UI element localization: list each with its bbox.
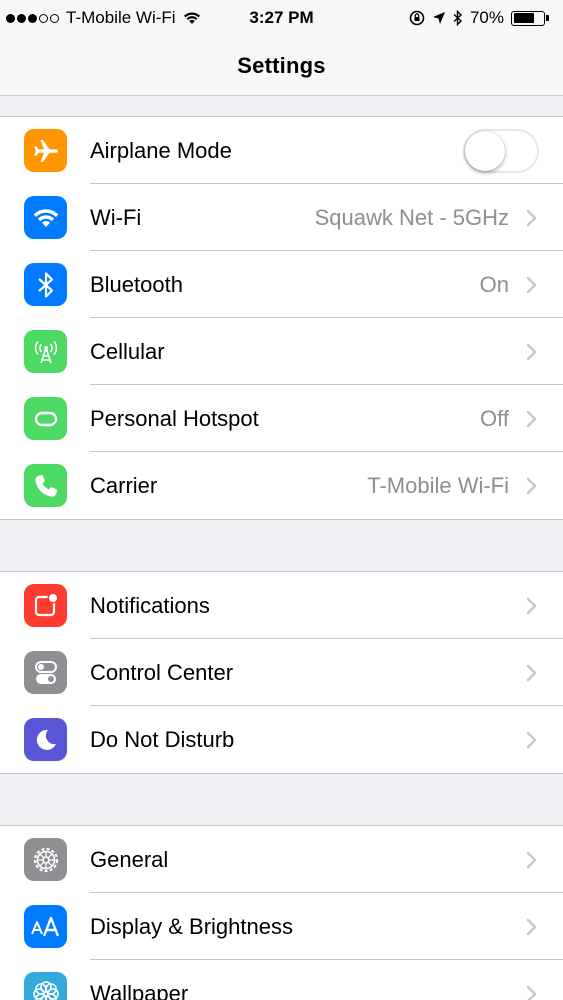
cellular-icon [24,330,67,373]
carrier-name: T-Mobile Wi-Fi [66,8,176,27]
settings-row-notifications[interactable]: Notifications [0,572,563,639]
airplane-mode-label: Airplane Mode [90,137,232,163]
chevron-right-icon [526,276,537,294]
wifi-status-icon [183,12,200,24]
battery-icon [511,10,549,26]
wifi-value: Squawk Net - 5GHz [314,204,509,230]
location-arrow-icon [432,12,445,24]
airplane-mode-toggle[interactable] [463,129,539,173]
settings-row-do-not-disturb[interactable]: Do Not Disturb [0,706,563,773]
chevron-right-icon [526,343,537,361]
bluetooth-value: On [479,271,509,297]
wallpaper-label: Wallpaper [90,980,189,1000]
bluetooth-status-icon [453,10,462,26]
navigation-bar: Settings [0,36,563,96]
do-not-disturb-label: Do Not Disturb [90,726,235,752]
settings-row-personal-hotspot[interactable]: Personal Hotspot Off [0,385,563,452]
connectivity-group: Airplane Mode Wi-Fi Squawk Net - 5GHz Bl… [0,116,563,520]
phone-icon [24,464,67,507]
signal-strength-icon [6,13,59,23]
carrier-value: T-Mobile Wi-Fi [367,472,509,498]
general-label: General [90,846,169,872]
settings-row-cellular[interactable]: Cellular [0,318,563,385]
chevron-right-icon [526,731,537,749]
general-group: General Display & Brightness Wallpaper [0,825,563,1000]
personal-hotspot-label: Personal Hotspot [90,405,259,431]
bluetooth-icon [24,263,67,306]
chevron-right-icon [526,597,537,615]
settings-row-carrier[interactable]: Carrier T-Mobile Wi-Fi [0,452,563,519]
chevron-right-icon [526,410,537,428]
settings-row-general[interactable]: General [0,826,563,893]
settings-row-control-center[interactable]: Control Center [0,639,563,706]
wallpaper-icon [24,972,67,1000]
cellular-label: Cellular [90,338,165,364]
chevron-right-icon [526,477,537,495]
moon-icon [24,718,67,761]
hotspot-icon [24,397,67,440]
gear-icon [24,838,67,881]
wifi-icon [24,196,67,239]
control-center-icon [24,651,67,694]
personal-hotspot-value: Off [480,405,509,431]
text-size-icon [24,905,67,948]
battery-percent: 70% [469,8,504,27]
rotation-lock-icon [409,10,425,26]
toggle-knob [465,131,505,171]
chevron-right-icon [526,851,537,869]
settings-row-bluetooth[interactable]: Bluetooth On [0,251,563,318]
page-title: Settings [237,52,326,78]
settings-row-wallpaper[interactable]: Wallpaper [0,960,563,1000]
carrier-label: Carrier [90,472,158,498]
chevron-right-icon [526,664,537,682]
status-time: 3:27 PM [249,8,314,27]
wifi-label: Wi-Fi [90,204,142,230]
status-bar: T-Mobile Wi-Fi 3:27 PM 70% [0,0,563,36]
airplane-mode-row: Airplane Mode [0,117,563,184]
system-group: Notifications Control Center Do Not Dist… [0,571,563,774]
control-center-label: Control Center [90,659,234,685]
settings-row-display-brightness[interactable]: Display & Brightness [0,893,563,960]
notifications-icon [24,584,67,627]
airplane-icon [24,129,67,172]
notifications-label: Notifications [90,592,210,618]
bluetooth-label: Bluetooth [90,271,183,297]
chevron-right-icon [526,918,537,936]
chevron-right-icon [526,985,537,1000]
display-brightness-label: Display & Brightness [90,913,293,939]
chevron-right-icon [526,209,537,227]
settings-row-wifi[interactable]: Wi-Fi Squawk Net - 5GHz [0,184,563,251]
